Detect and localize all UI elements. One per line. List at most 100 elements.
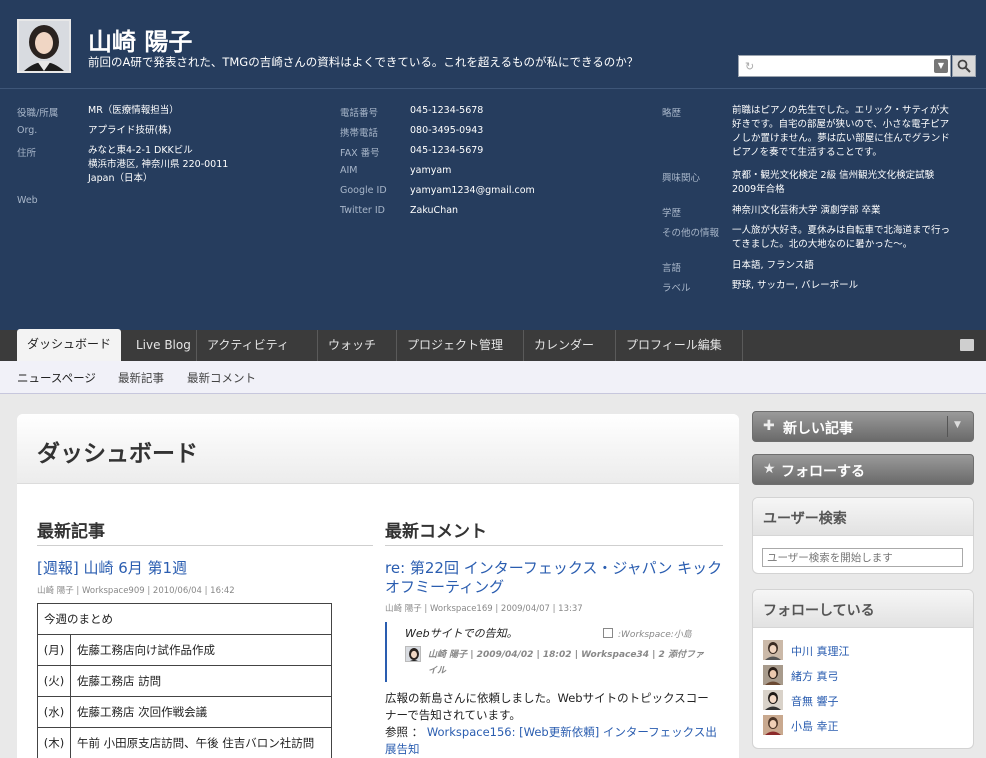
field-label: FAX 番号 (340, 148, 380, 159)
task-cell: 午前 小田原支店訪問、午後 住吉バロン社訪問 (70, 727, 332, 758)
user-search-box: ユーザー検索 (752, 497, 974, 574)
comment-body: 広報の新島さんに依頼しました。Webサイトのトピックスコー ナーで告知されていま… (385, 690, 717, 758)
new-post-label: 新しい記事 (783, 421, 853, 437)
profile-header: 山崎 陽子 前回のA研で発表された、TMGの吉崎さんの資料はよくできている。これ… (0, 0, 986, 330)
field-value: ZakuChan (410, 205, 459, 216)
field-label: その他の情報 (662, 228, 720, 239)
latest-comments-heading: 最新コメント (385, 522, 487, 542)
following-item[interactable]: 音無 響子 (763, 690, 963, 710)
search-input[interactable]: ↻ ▼ (738, 55, 951, 77)
field-value: 045-1234-5679 (410, 145, 484, 156)
field-label: AIM (340, 165, 358, 176)
reference-line: 参照 ： Workspace156: [Web更新依頼] インターフェックス出 (385, 724, 717, 741)
main-tabs: ダッシュボード Live Blog アクティビティ ウォッチ プロジェクト管理 … (0, 329, 986, 361)
page-title: ダッシュボード (37, 441, 198, 467)
avatar (763, 715, 783, 735)
tab-dashboard[interactable]: ダッシュボード (17, 329, 121, 361)
field-value: 一人旅が大好き。夏休みは自転車で北海道まで行っ てきました。北の大地なのに暑かっ… (732, 225, 951, 250)
following-title: フォローしている (763, 603, 875, 619)
profile-tagline: 前回のA研で発表された、TMGの吉崎さんの資料はよくできている。これを超えるもの… (88, 55, 639, 69)
post-title-link[interactable]: [週報] 山崎 6月 第1週 (37, 559, 187, 578)
table-row: (水) 佐藤工務店 次回作戦会議 (37, 696, 332, 728)
day-cell: (水) (37, 696, 71, 728)
subnav-latest-comments[interactable]: 最新コメント (187, 370, 256, 386)
table-row: (火) 佐藤工務店 訪問 (37, 665, 332, 697)
print-icon[interactable] (960, 339, 974, 351)
comment-meta: 山崎 陽子 | Workspace169 | 2009/04/07 | 13:3… (385, 604, 583, 614)
field-value: 045-1234-5678 (410, 105, 484, 116)
post-meta: 山崎 陽子 | Workspace909 | 2010/06/04 | 16:4… (37, 586, 235, 596)
field-value: 神奈川文化芸術大学 演劇学部 卒業 (732, 205, 881, 216)
field-label: 言語 (662, 263, 682, 274)
following-name: 小島 幸正 (791, 720, 839, 733)
subnav-news-page[interactable]: ニュースページ (17, 370, 96, 386)
reference-label: 参照 ： (385, 725, 424, 739)
dashboard-title-bar: ダッシュボード (17, 414, 739, 484)
field-value: 京都・観光文化検定 2級 信州観光文化検定試験 2009年合格 (732, 170, 935, 195)
avatar (405, 646, 421, 662)
field-value: yamyam1234@gmail.com (410, 185, 535, 196)
table-row: (木) 午前 小田原支店訪問、午後 住吉バロン社訪問 (37, 727, 332, 758)
search-button[interactable] (952, 55, 976, 77)
latest-posts-heading: 最新記事 (37, 522, 105, 542)
chevron-down-icon[interactable]: ▼ (954, 420, 961, 430)
search-icon (957, 59, 971, 73)
divider (37, 545, 373, 546)
global-search: ↻ ▼ (738, 55, 976, 77)
checkbox[interactable] (603, 628, 613, 638)
profile-avatar (17, 19, 71, 73)
field-label: 住所 (17, 148, 37, 159)
field-value: 日本語, フランス語 (732, 260, 814, 271)
following-item[interactable]: 緒方 真弓 (763, 665, 963, 685)
following-item[interactable]: 中川 真理江 (763, 640, 963, 660)
field-value: yamyam (410, 165, 452, 176)
comment-body-line: ナーで告知されています。 (385, 708, 521, 722)
profile-name: 山崎 陽子 (88, 28, 193, 56)
field-label: Twitter ID (340, 205, 385, 216)
comment-body-line: 広報の新島さんに依頼しました。Webサイトのトピックスコー (385, 691, 709, 705)
day-cell: (木) (37, 727, 71, 758)
field-label: Web (17, 195, 38, 206)
comment-title-link[interactable]: re: 第22回 インターフェックス・ジャパン キックオフミーティング (385, 559, 723, 597)
subnav-latest-posts[interactable]: 最新記事 (118, 370, 164, 386)
field-value: 野球, サッカー, バレーボール (732, 280, 859, 291)
user-search-header: ユーザー検索 (753, 498, 973, 536)
reference-link[interactable]: Workspace156: [Web更新依頼] インターフェックス出 (427, 725, 717, 739)
task-cell: 佐藤工務店 次回作戦会議 (70, 696, 332, 728)
quote-meta-cont: イル (428, 666, 447, 676)
follow-button[interactable]: ★ フォローする (752, 454, 974, 485)
chevron-down-icon[interactable]: ▼ (934, 59, 948, 73)
field-label: 携帯電話 (340, 128, 379, 139)
quote-workspace: :Workspace:小島 (618, 630, 692, 640)
new-post-button[interactable]: ✚ 新しい記事 ▼ (752, 411, 974, 442)
tab-calendar[interactable]: カレンダー (524, 330, 616, 361)
table-row: 今週のまとめ (37, 603, 332, 635)
field-value: MR（医療情報担当） (88, 105, 179, 116)
field-label: 略歴 (662, 108, 682, 119)
reference-link-cont[interactable]: 展告知 (385, 741, 717, 758)
header-divider (0, 88, 986, 89)
day-cell: (火) (37, 665, 71, 697)
tab-project-management[interactable]: プロジェクト管理 (397, 330, 524, 361)
field-value: 080-3495-0943 (410, 125, 484, 136)
divider (947, 416, 948, 437)
following-header: フォローしている (753, 590, 973, 628)
field-value: みなと東4-2-1 DKKビル 横浜市港区, 神奈川県 220-0011 Jap… (88, 145, 229, 184)
following-name: 中川 真理江 (791, 645, 850, 658)
following-item[interactable]: 小島 幸正 (763, 715, 963, 735)
table-header-cell: 今週のまとめ (37, 603, 332, 635)
tab-profile-edit[interactable]: プロフィール編集 (616, 330, 743, 361)
field-label: Org. (17, 125, 38, 136)
quote-meta: 山崎 陽子 | 2009/04/02 | 18:02 | Workspace34… (428, 650, 704, 660)
tab-activity[interactable]: アクティビティ (197, 330, 318, 361)
day-cell: (月) (37, 634, 71, 666)
weekly-summary-table: 今週のまとめ (月) 佐藤工務店向け試作品作成 (火) 佐藤工務店 訪問 (水)… (37, 603, 332, 758)
tab-watch[interactable]: ウォッチ (318, 330, 397, 361)
quote-text: Webサイトでの告知。 (405, 627, 518, 640)
dashboard-panel: ダッシュボード 最新記事 [週報] 山崎 6月 第1週 山崎 陽子 | Work… (17, 414, 739, 758)
user-search-input[interactable] (762, 548, 963, 567)
avatar (763, 665, 783, 685)
field-label: 興味関心 (662, 173, 701, 184)
following-box: フォローしている 中川 真理江 緒方 真弓 音無 響子 小島 幸正 (752, 589, 974, 749)
tab-live-blog[interactable]: Live Blog (126, 330, 197, 361)
